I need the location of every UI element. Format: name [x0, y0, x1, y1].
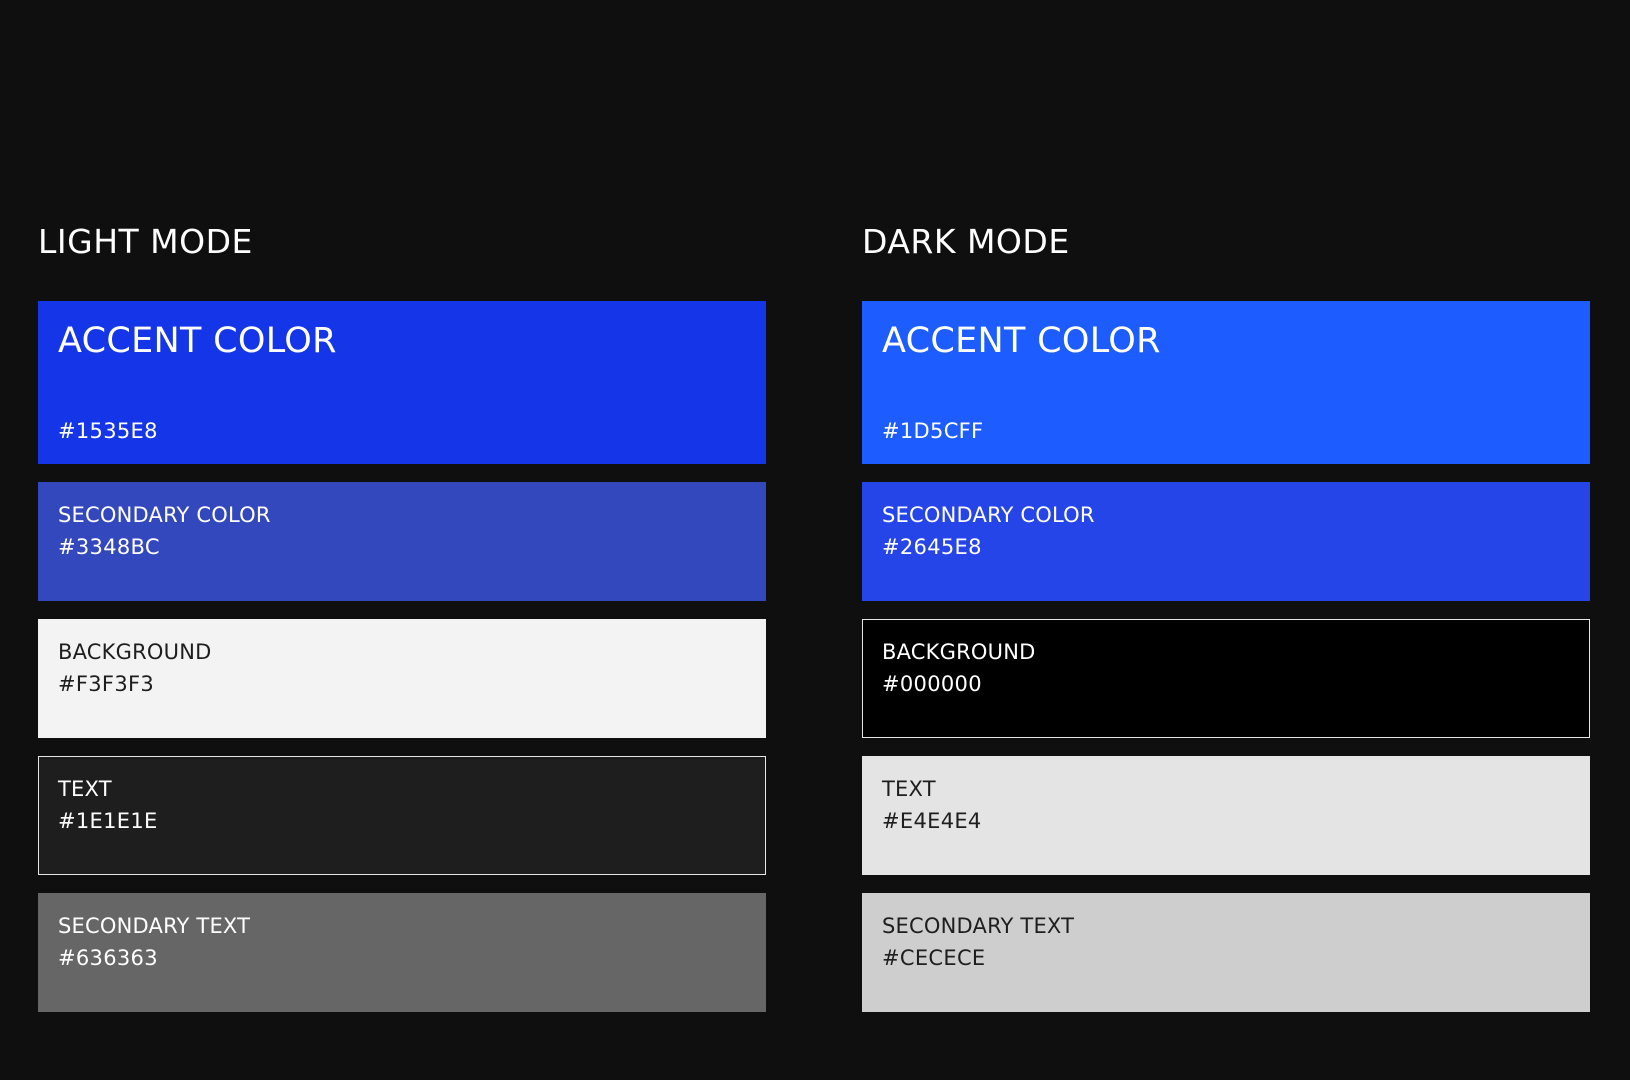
dark-secondary-text-swatch: SECONDARY TEXT #CECECE: [862, 893, 1590, 1012]
dark-text-hex: #E4E4E4: [882, 809, 982, 833]
light-secondary-text-swatch: SECONDARY TEXT #636363: [38, 893, 766, 1012]
light-text-swatch: TEXT #1E1E1E: [38, 756, 766, 875]
dark-secondary-text-hex: #CECECE: [882, 946, 986, 970]
light-accent-label: ACCENT COLOR: [58, 321, 337, 361]
dark-text-label: TEXT: [882, 777, 936, 801]
light-secondary-swatch: SECONDARY COLOR #3348BC: [38, 482, 766, 601]
light-secondary-text-label: SECONDARY TEXT: [58, 914, 251, 938]
light-accent-hex: #1535E8: [58, 419, 158, 443]
dark-secondary-swatch: SECONDARY COLOR #2645E8: [862, 482, 1590, 601]
dark-secondary-label: SECONDARY COLOR: [882, 503, 1095, 527]
light-accent-swatch: ACCENT COLOR #1535E8: [38, 301, 766, 464]
light-background-hex: #F3F3F3: [58, 672, 155, 696]
dark-background-label: BACKGROUND: [882, 640, 1036, 664]
dark-secondary-text-label: SECONDARY TEXT: [882, 914, 1075, 938]
light-background-swatch: BACKGROUND #F3F3F3: [38, 619, 766, 738]
dark-mode-swatches: ACCENT COLOR #1D5CFF SECONDARY COLOR #26…: [862, 301, 1590, 1012]
dark-mode-column: DARK MODE ACCENT COLOR #1D5CFF SECONDARY…: [862, 222, 1590, 1030]
dark-accent-swatch: ACCENT COLOR #1D5CFF: [862, 301, 1590, 464]
dark-accent-label: ACCENT COLOR: [882, 321, 1161, 361]
dark-accent-hex: #1D5CFF: [882, 419, 984, 443]
light-mode-swatches: ACCENT COLOR #1535E8 SECONDARY COLOR #33…: [38, 301, 766, 1012]
dark-mode-title: DARK MODE: [862, 222, 1070, 261]
dark-background-hex: #000000: [882, 672, 982, 696]
light-background-label: BACKGROUND: [58, 640, 212, 664]
dark-background-swatch: BACKGROUND #000000: [862, 619, 1590, 738]
light-text-hex: #1E1E1E: [58, 809, 158, 833]
light-secondary-hex: #3348BC: [58, 535, 160, 559]
light-mode-title: LIGHT MODE: [38, 222, 253, 261]
light-mode-column: LIGHT MODE ACCENT COLOR #1535E8 SECONDAR…: [38, 222, 766, 1030]
dark-text-swatch: TEXT #E4E4E4: [862, 756, 1590, 875]
light-secondary-label: SECONDARY COLOR: [58, 503, 271, 527]
light-text-label: TEXT: [58, 777, 112, 801]
light-secondary-text-hex: #636363: [58, 946, 158, 970]
dark-secondary-hex: #2645E8: [882, 535, 982, 559]
